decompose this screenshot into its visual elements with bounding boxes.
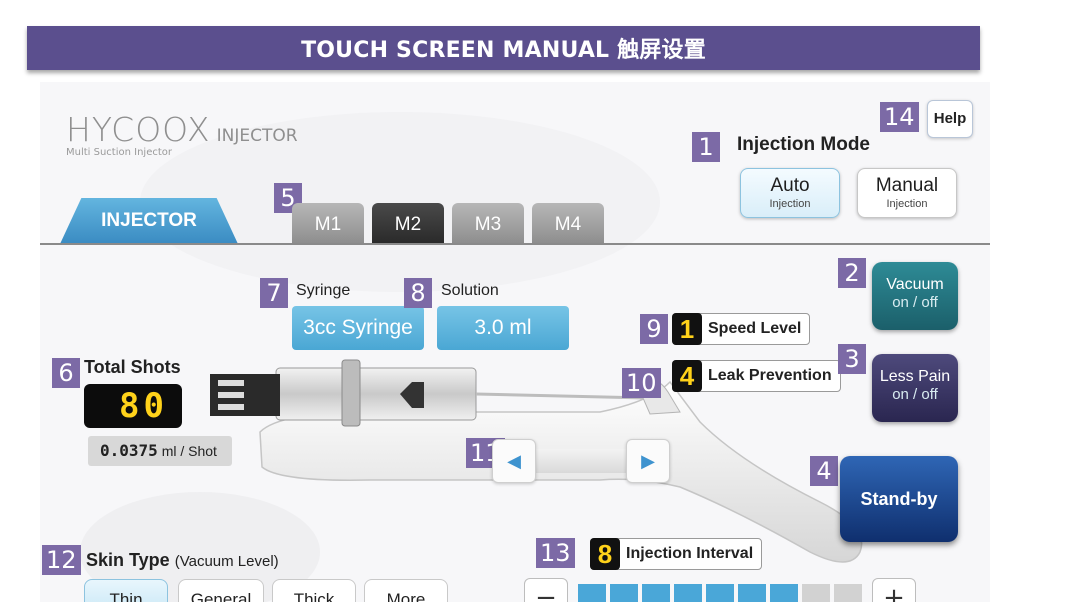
interval-segment[interactable] bbox=[642, 584, 670, 602]
vacuum-state: on / off bbox=[892, 294, 938, 311]
interval-segment[interactable] bbox=[610, 584, 638, 602]
plunger-track bbox=[530, 449, 634, 473]
auto-sub: Injection bbox=[769, 198, 811, 210]
tab-injector[interactable]: INJECTOR bbox=[60, 198, 238, 244]
help-button[interactable]: Help bbox=[927, 100, 973, 138]
tab-divider bbox=[40, 243, 990, 245]
hycoox-logo: HYCOOX INJECTOR Multi Suction Injector bbox=[66, 110, 298, 158]
marker-6: 6 bbox=[52, 358, 80, 388]
syringe-selector[interactable]: 3cc Syringe bbox=[292, 306, 424, 350]
leak-prevention-label: Leak Prevention bbox=[708, 367, 832, 384]
vacuum-toggle-button[interactable]: Vacuum on / off bbox=[872, 262, 958, 330]
tab-m3[interactable]: M3 bbox=[452, 203, 524, 243]
interval-segment[interactable] bbox=[802, 584, 830, 602]
skin-type-sub: (Vacuum Level) bbox=[174, 553, 279, 570]
tab-m1[interactable]: M1 bbox=[292, 203, 364, 243]
ml-per-shot-value: 0.0375 bbox=[100, 441, 158, 460]
solution-label: Solution bbox=[441, 282, 499, 299]
interval-minus-button[interactable]: − bbox=[524, 578, 568, 602]
marker-12: 12 bbox=[42, 545, 81, 575]
manual-sub: Injection bbox=[886, 198, 928, 210]
less-pain-state: on / off bbox=[892, 386, 938, 403]
touch-screen: HYCOOX INJECTOR Multi Suction Injector 1… bbox=[40, 82, 990, 602]
leak-prevention-value: 4 bbox=[672, 360, 702, 392]
interval-segment[interactable] bbox=[674, 584, 702, 602]
skin-thick-button[interactable]: Thick bbox=[272, 579, 356, 602]
marker-14: 14 bbox=[880, 102, 919, 132]
interval-segment[interactable] bbox=[706, 584, 734, 602]
injection-interval-label: Injection Interval bbox=[626, 545, 754, 562]
injection-interval-value: 8 bbox=[590, 538, 620, 570]
solution-selector[interactable]: 3.0 ml bbox=[437, 306, 569, 350]
interval-plus-button[interactable]: + bbox=[872, 578, 916, 602]
skin-type-title: Skin Type bbox=[86, 550, 170, 570]
manual-injection-button[interactable]: Manual Injection bbox=[857, 168, 957, 218]
left-triangle-icon[interactable]: ◀ bbox=[492, 439, 536, 483]
marker-7: 7 bbox=[260, 278, 288, 308]
tab-m2[interactable]: M2 bbox=[372, 203, 444, 243]
ml-per-shot: 0.0375 ml / Shot bbox=[88, 436, 232, 466]
manual-label: Manual bbox=[875, 175, 939, 196]
manual-banner: TOUCH SCREEN MANUAL 触屏设置 bbox=[27, 26, 980, 70]
total-shots-label: Total Shots bbox=[84, 357, 181, 377]
vacuum-label: Vacuum bbox=[886, 276, 944, 293]
tab-m4[interactable]: M4 bbox=[532, 203, 604, 243]
auto-label: Auto bbox=[770, 175, 810, 196]
marker-4: 4 bbox=[810, 456, 838, 486]
interval-segment[interactable] bbox=[834, 584, 862, 602]
marker-13: 13 bbox=[536, 538, 575, 568]
logo-product: INJECTOR bbox=[216, 126, 298, 146]
auto-injection-button[interactable]: Auto Injection bbox=[740, 168, 840, 218]
skin-type-label: Skin Type (Vacuum Level) bbox=[86, 550, 279, 571]
leak-prevention-control[interactable]: 4 Leak Prevention bbox=[672, 360, 841, 392]
banner-title: TOUCH SCREEN MANUAL 触屏设置 bbox=[301, 38, 706, 63]
speed-level-value: 1 bbox=[672, 313, 702, 345]
skin-more-button[interactable]: More bbox=[364, 579, 448, 602]
speed-level-control[interactable]: 1 Speed Level bbox=[672, 313, 811, 345]
skin-general-button[interactable]: General bbox=[178, 579, 264, 602]
plunger-nav-bar: ◀ ▶ bbox=[492, 439, 670, 483]
total-shots-value: 80 bbox=[84, 384, 182, 428]
interval-segment[interactable] bbox=[738, 584, 766, 602]
marker-2: 2 bbox=[838, 258, 866, 288]
marker-8: 8 bbox=[404, 278, 432, 308]
injection-interval-control[interactable]: 8 Injection Interval bbox=[590, 538, 763, 570]
interval-segment[interactable] bbox=[578, 584, 606, 602]
injection-mode-title: Injection Mode bbox=[737, 134, 870, 155]
less-pain-toggle-button[interactable]: Less Pain on / off bbox=[872, 354, 958, 422]
marker-1: 1 bbox=[692, 132, 720, 162]
interval-segment[interactable] bbox=[770, 584, 798, 602]
ml-per-shot-unit: ml / Shot bbox=[161, 443, 217, 459]
right-triangle-icon[interactable]: ▶ bbox=[626, 439, 670, 483]
marker-10: 10 bbox=[622, 368, 661, 398]
marker-3: 3 bbox=[838, 344, 866, 374]
standby-button[interactable]: Stand-by bbox=[840, 456, 958, 542]
less-pain-label: Less Pain bbox=[879, 368, 951, 385]
logo-name: HYCOOX bbox=[66, 110, 211, 149]
skin-thin-button[interactable]: Thin bbox=[84, 579, 168, 602]
speed-level-label: Speed Level bbox=[708, 320, 802, 337]
marker-9: 9 bbox=[640, 314, 668, 344]
syringe-label: Syringe bbox=[296, 282, 351, 299]
